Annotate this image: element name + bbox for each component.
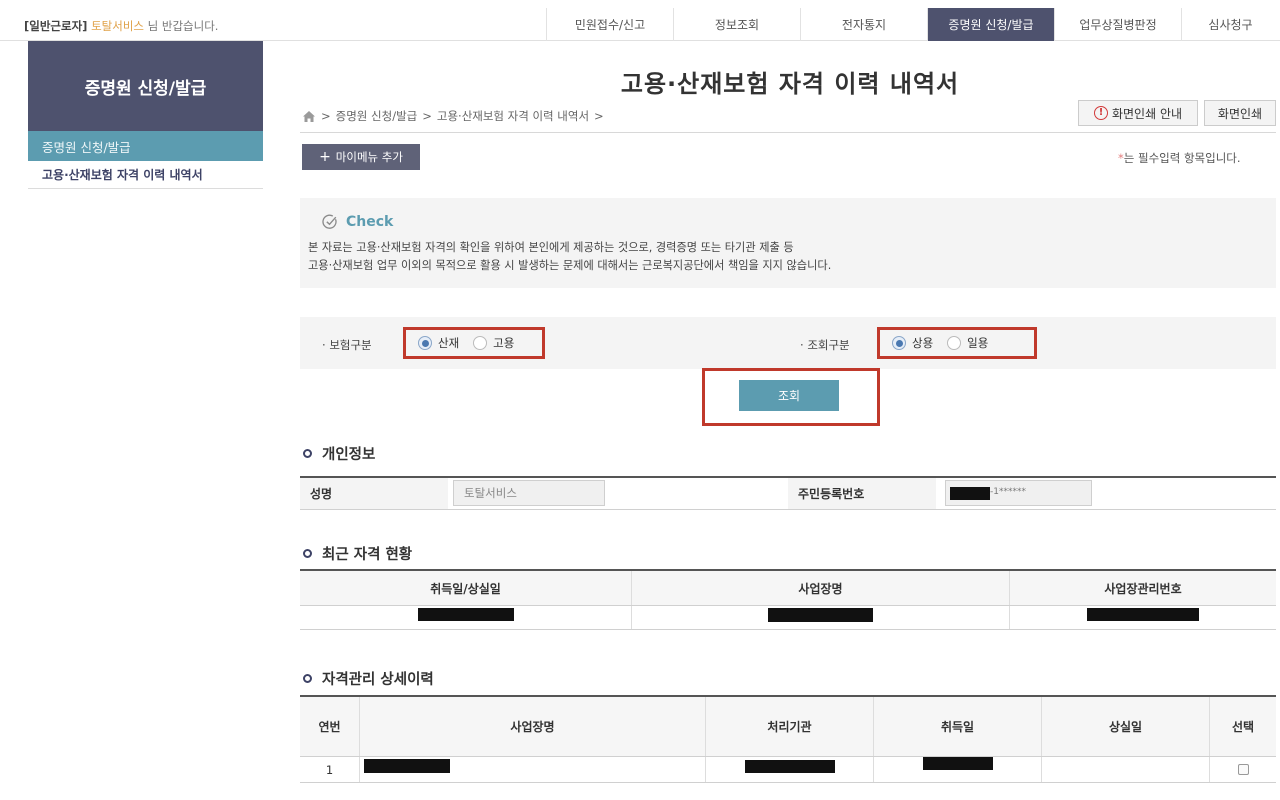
row-select-checkbox[interactable] xyxy=(1237,764,1249,775)
table-row xyxy=(300,606,1276,630)
bullet-circle-icon xyxy=(303,449,312,458)
divider xyxy=(300,132,1276,133)
redaction-bar xyxy=(744,760,835,773)
section-title-personal: 개인정보 xyxy=(303,443,375,464)
redaction-bar xyxy=(922,757,993,770)
radio-label-daily[interactable]: 일용 xyxy=(967,335,988,351)
add-my-menu-button[interactable]: + 마이메뉴 추가 xyxy=(302,144,420,170)
rrn-field: -1****** xyxy=(945,480,1092,506)
recent-status-table: 취득일/상실일 사업장명 사업장관리번호 xyxy=(300,569,1276,630)
check-line-2: 고용·산재보험 업무 이외의 목적으로 활용 시 발생하는 문제에 대해서는 근… xyxy=(308,259,832,272)
redaction-bar xyxy=(417,608,514,621)
plus-icon: + xyxy=(319,149,331,165)
print-button[interactable]: 화면인쇄 xyxy=(1204,100,1276,126)
redaction-bar xyxy=(950,486,990,500)
redaction-bar xyxy=(364,758,450,773)
user-greeting: [일반근로자] 토탈서비스 님 반갑습니다. xyxy=(24,18,218,34)
column-header: 취득일/상실일 xyxy=(300,571,632,605)
alert-icon: ! xyxy=(1093,106,1108,120)
sidebar-item-qualification-history[interactable]: 고용·산재보험 자격 이력 내역서 xyxy=(28,161,263,189)
personal-info-table: 성명 토탈서비스 주민등록번호 -1****** xyxy=(300,476,1276,510)
breadcrumb-separator: > xyxy=(594,109,604,123)
check-title-text: Check xyxy=(346,214,394,230)
section-title-detail: 자격관리 상세이력 xyxy=(303,668,434,689)
radio-daily[interactable] xyxy=(947,336,962,350)
radio-regular[interactable] xyxy=(892,336,906,350)
radio-label-industrial-accident[interactable]: 산재 xyxy=(438,335,459,351)
required-note: *는 필수입력 항목입니다. xyxy=(1118,150,1241,166)
table-row: 1 xyxy=(300,757,1276,783)
table-header: 연번 사업장명 처리기관 취득일 상실일 선택 xyxy=(300,697,1276,757)
nav-item-info-lookup[interactable]: 정보조회 xyxy=(673,8,800,41)
column-header: 선택 xyxy=(1231,720,1255,734)
check-circle-icon xyxy=(322,214,337,229)
nav-item-complaint[interactable]: 민원접수/신고 xyxy=(546,8,673,41)
home-icon[interactable] xyxy=(302,110,316,123)
rrn-label: 주민등록번호 xyxy=(798,487,865,501)
column-header: 연번 xyxy=(300,697,360,756)
radio-employment[interactable] xyxy=(473,336,488,350)
breadcrumb-item[interactable]: 고용·산재보험 자격 이력 내역서 xyxy=(437,108,589,124)
search-conditions: · 보험구분 산재 고용 · 조회구분 상용 일용 xyxy=(300,317,1276,369)
breadcrumb-separator: > xyxy=(422,109,432,123)
radio-label-regular[interactable]: 상용 xyxy=(912,335,933,351)
nav-item-disease-judgment[interactable]: 업무상질병판정 xyxy=(1054,8,1181,41)
nav-item-e-notice[interactable]: 전자통지 xyxy=(800,8,927,41)
search-button[interactable]: 조회 xyxy=(739,380,839,411)
check-notice: Check 본 자료는 고용·산재보험 자격의 확인을 위하여 본인에게 제공하… xyxy=(300,198,1276,288)
required-note-text: 는 필수입력 항목입니다. xyxy=(1123,151,1241,165)
page-title: 고용·산재보험 자격 이력 내역서 xyxy=(620,70,960,98)
sidebar-title: 증명원 신청/발급 xyxy=(84,78,207,99)
insurance-type-radio-group: 산재 고용 xyxy=(403,327,545,359)
user-role: [일반근로자] xyxy=(24,19,88,33)
column-header: 상실일 xyxy=(1042,697,1210,756)
print-guide-label: 화면인쇄 안내 xyxy=(1111,106,1183,121)
sidebar-header: 증명원 신청/발급 xyxy=(28,41,263,131)
table-header: 취득일/상실일 사업장명 사업장관리번호 xyxy=(300,571,1276,606)
sidebar-section[interactable]: 증명원 신청/발급 xyxy=(28,131,263,161)
column-header: 사업장관리번호 xyxy=(1104,581,1182,596)
column-header: 취득일 xyxy=(874,697,1042,756)
nav-item-review-request[interactable]: 심사청구 xyxy=(1181,8,1279,41)
column-header: 처리기관 xyxy=(706,697,874,756)
breadcrumb-item[interactable]: 증명원 신청/발급 xyxy=(336,108,418,124)
check-title: Check xyxy=(322,214,393,230)
bullet-circle-icon xyxy=(303,674,312,683)
breadcrumb-separator: > xyxy=(321,109,331,123)
row-number: 1 xyxy=(300,757,360,782)
global-nav: 민원접수/신고 정보조회 전자통지 증명원 신청/발급 업무상질병판정 심사청구 xyxy=(546,8,1279,41)
redaction-bar xyxy=(768,608,873,622)
name-label: 성명 xyxy=(310,487,333,501)
radio-label-employment[interactable]: 고용 xyxy=(493,335,514,351)
query-type-label: · 조회구분 xyxy=(800,338,850,352)
user-name[interactable]: 토탈서비스 xyxy=(91,19,144,33)
top-bar: [일반근로자] 토탈서비스 님 반갑습니다. 민원접수/신고 정보조회 전자통지… xyxy=(0,8,1280,41)
print-guide-button[interactable]: ! 화면인쇄 안내 xyxy=(1078,100,1198,126)
add-my-menu-label: 마이메뉴 추가 xyxy=(335,150,403,164)
breadcrumb: > 증명원 신청/발급 > 고용·산재보험 자격 이력 내역서 > xyxy=(302,108,604,124)
check-text: 본 자료는 고용·산재보험 자격의 확인을 위하여 본인에게 제공하는 것으로,… xyxy=(308,239,831,275)
name-field: 토탈서비스 xyxy=(453,480,605,506)
insurance-type-label: · 보험구분 xyxy=(322,338,372,352)
nav-item-certificate[interactable]: 증명원 신청/발급 xyxy=(927,8,1054,41)
radio-industrial-accident[interactable] xyxy=(418,336,432,350)
detail-history-table: 연번 사업장명 처리기관 취득일 상실일 선택 1 xyxy=(300,695,1276,783)
column-header: 사업장명 xyxy=(360,697,706,756)
rrn-suffix: -1****** xyxy=(990,487,1026,497)
section-title-recent: 최근 자격 현황 xyxy=(303,543,412,564)
greeting-suffix: 님 반갑습니다. xyxy=(147,19,219,33)
query-type-radio-group: 상용 일용 xyxy=(877,327,1037,359)
column-header: 사업장명 xyxy=(632,571,1010,605)
bullet-circle-icon xyxy=(303,549,312,558)
redaction-bar xyxy=(1087,608,1199,621)
check-line-1: 본 자료는 고용·산재보험 자격의 확인을 위하여 본인에게 제공하는 것으로,… xyxy=(308,241,794,254)
